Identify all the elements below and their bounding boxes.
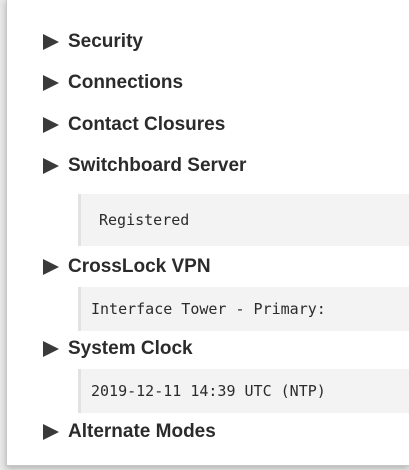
switchboard-status-text: Registered: [99, 211, 190, 229]
expand-triangle-icon: [43, 341, 59, 357]
section-label: Contact Closures: [68, 114, 226, 135]
crosslock-status-box: Interface Tower - Primary:: [78, 287, 409, 331]
section-label: Switchboard Server: [68, 155, 247, 176]
section-label: System Clock: [68, 338, 193, 359]
expand-triangle-icon: [43, 158, 59, 174]
section-contact-closures[interactable]: Contact Closures: [43, 112, 225, 138]
system-clock-text: 2019-12-11 14:39 UTC (NTP): [91, 382, 326, 400]
system-clock-box: 2019-12-11 14:39 UTC (NTP): [78, 369, 409, 413]
section-switchboard-server[interactable]: Switchboard Server: [43, 153, 246, 179]
expand-triangle-icon: [43, 75, 59, 91]
section-system-clock[interactable]: System Clock: [43, 336, 193, 362]
expand-triangle-icon: [43, 34, 59, 50]
expand-triangle-icon: [43, 424, 59, 440]
section-alternate-modes[interactable]: Alternate Modes: [43, 419, 216, 445]
switchboard-status-box: Registered: [78, 194, 409, 246]
section-security[interactable]: Security: [43, 29, 143, 55]
crosslock-status-text: Interface Tower - Primary:: [91, 300, 326, 318]
section-label: Security: [68, 31, 143, 52]
expand-triangle-icon: [43, 259, 59, 275]
section-label: CrossLock VPN: [68, 256, 211, 277]
section-connections[interactable]: Connections: [43, 70, 183, 96]
section-label: Alternate Modes: [68, 421, 216, 442]
status-panel: Security Connections Contact Closures Sw…: [6, 0, 409, 466]
expand-triangle-icon: [43, 117, 59, 133]
section-crosslock-vpn[interactable]: CrossLock VPN: [43, 254, 211, 280]
section-label: Connections: [68, 72, 184, 93]
